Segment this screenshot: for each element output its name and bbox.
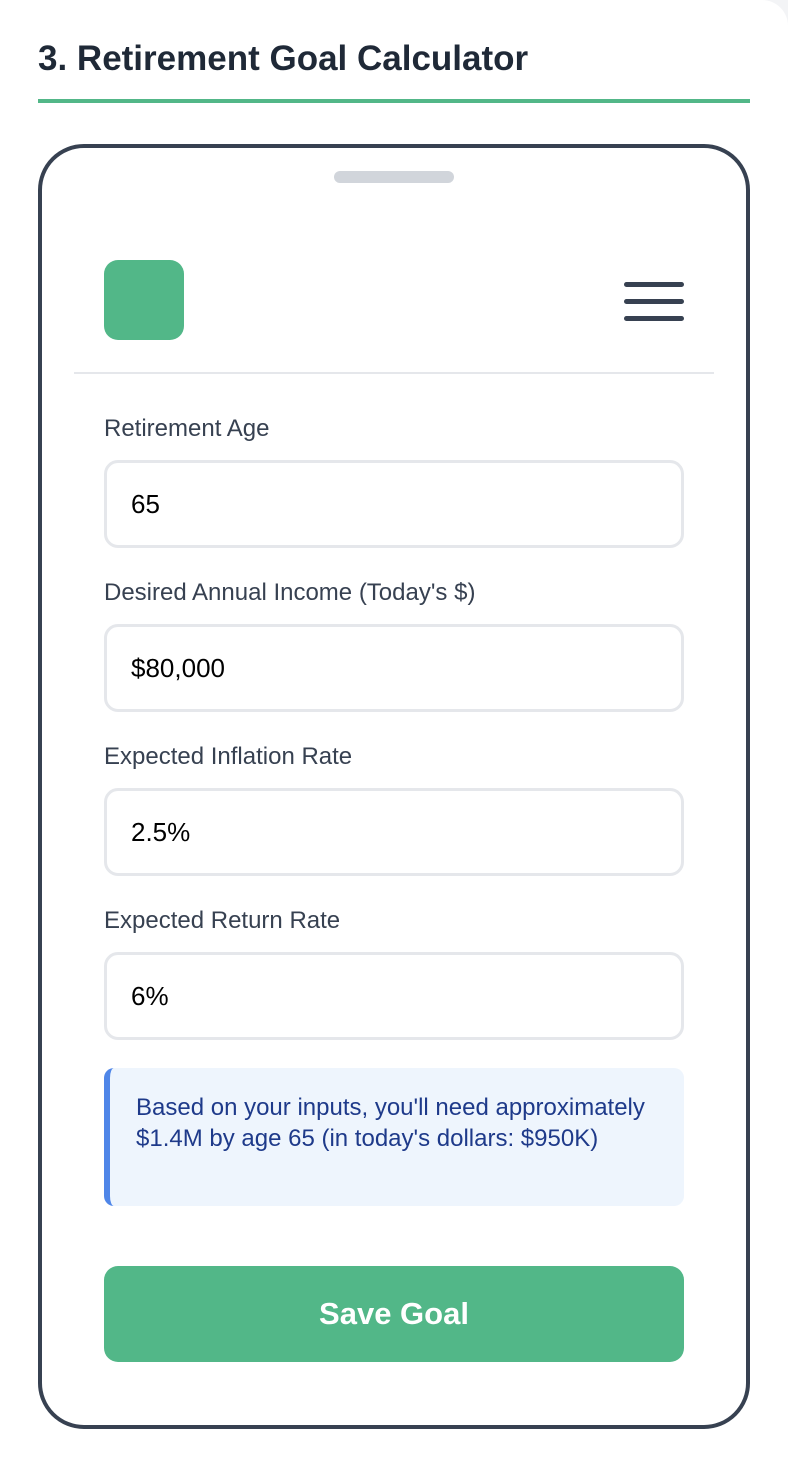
menu-line	[624, 282, 684, 287]
phone-notch	[334, 171, 454, 183]
section-title: 3. Retirement Goal Calculator	[38, 39, 529, 78]
result-info-text: Based on your inputs, you'll need approx…	[136, 1094, 645, 1152]
header-divider	[74, 372, 714, 374]
phone-mockup: Retirement Age Desired Annual Income (To…	[38, 144, 750, 1429]
inflation-rate-input[interactable]	[104, 788, 684, 876]
return-rate-input[interactable]	[104, 952, 684, 1040]
inflation-rate-label: Expected Inflation Rate	[104, 743, 353, 770]
retirement-age-label: Retirement Age	[104, 415, 270, 442]
save-goal-button[interactable]: Save Goal	[104, 1266, 684, 1362]
hamburger-menu-icon[interactable]	[620, 274, 686, 326]
desired-income-input[interactable]	[104, 624, 684, 712]
app-logo	[104, 260, 184, 340]
return-rate-label: Expected Return Rate	[104, 907, 341, 934]
desired-income-label: Desired Annual Income (Today's $)	[104, 579, 476, 606]
menu-line	[624, 299, 684, 304]
retirement-age-input[interactable]	[104, 460, 684, 548]
calculator-card: 3. Retirement Goal Calculator Retirement…	[0, 0, 788, 1470]
result-info-box: Based on your inputs, you'll need approx…	[104, 1068, 684, 1206]
title-underline	[38, 99, 750, 103]
menu-line	[624, 316, 684, 321]
